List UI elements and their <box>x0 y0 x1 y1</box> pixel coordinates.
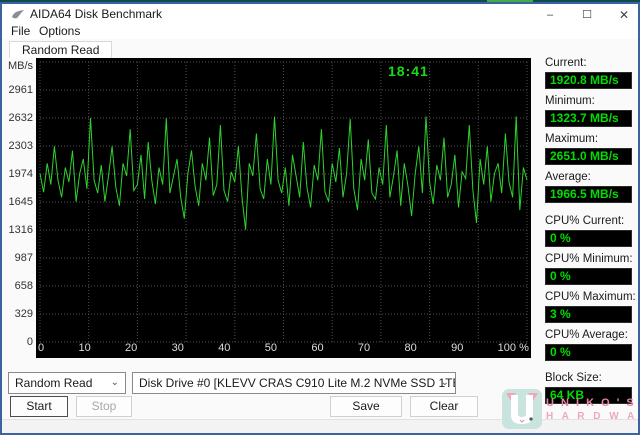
stat-label: CPU% Average: <box>545 329 628 341</box>
y-axis-tick-label: 1645 <box>8 196 33 208</box>
test-type-select[interactable]: Random Read ⌄ <box>8 372 126 394</box>
tab-strip: Random Read <box>2 39 638 58</box>
x-axis-tick-label: 50 <box>264 342 278 354</box>
y-axis-tick-label: 329 <box>14 308 33 320</box>
tab-random-read[interactable]: Random Read <box>9 41 113 58</box>
x-axis-tick-label: 40 <box>218 342 231 354</box>
y-axis-tick-label: 2961 <box>8 84 33 96</box>
stat-label: CPU% Maximum: <box>545 291 636 303</box>
menu-options[interactable]: Options <box>35 23 84 39</box>
stat-label: CPU% Minimum: <box>545 253 633 265</box>
y-axis-unit-label: MB/s <box>7 60 33 72</box>
drive-select[interactable]: Disk Drive #0 [KLEVV CRAS C910 Lite M.2 … <box>132 372 456 394</box>
clear-button[interactable]: Clear <box>410 396 478 417</box>
x-axis: 0 10 20 30 40 50 60 70 80 90 100 % <box>38 342 529 357</box>
stat-value: 1920.8 MB/s <box>545 72 632 89</box>
menu-bar: File Options <box>2 23 638 39</box>
benchmark-chart: 18:41 0 10 20 30 40 50 60 70 80 90 100 % <box>36 58 531 358</box>
y-axis-tick-label: 658 <box>14 280 33 292</box>
maximize-button[interactable]: ☐ <box>572 6 602 24</box>
stat-cpu-maximum: CPU% Maximum: 3 % <box>545 291 636 323</box>
y-axis-tick-label: 987 <box>14 252 33 264</box>
screen: AIDA64 Disk Benchmark – ☐ ✕ File Options… <box>0 0 640 435</box>
stat-label: Block Size: <box>545 372 602 384</box>
stat-cpu-average: CPU% Average: 0 % <box>545 329 632 361</box>
title-bar[interactable]: AIDA64 Disk Benchmark – ☐ ✕ <box>2 3 638 23</box>
stat-value: 1323.7 MB/s <box>545 110 632 127</box>
stat-value: 0 % <box>545 344 632 361</box>
x-axis-tick-label: 20 <box>125 342 138 354</box>
y-axis-tick-label: 0 <box>26 336 33 348</box>
stat-label: Maximum: <box>545 133 599 145</box>
y-axis-tick-label: 2632 <box>8 112 33 124</box>
stat-label: Current: <box>545 57 587 69</box>
stat-maximum: Maximum: 2651.0 MB/s <box>545 133 632 165</box>
x-axis-tick-label: 0 <box>38 342 45 354</box>
x-axis-tick-label: 60 <box>311 342 324 354</box>
stat-average: Average: 1966.5 MB/s <box>545 171 632 203</box>
app-icon <box>11 8 25 20</box>
stat-value: 64 KB <box>545 387 632 404</box>
x-axis-tick-label: 90 <box>451 342 464 354</box>
y-axis-tick-label: 1316 <box>8 224 33 236</box>
stat-cpu-current: CPU% Current: 0 % <box>545 215 632 247</box>
x-axis-tick-label: 70 <box>357 342 371 354</box>
chart-canvas <box>39 61 528 343</box>
stat-value: 2651.0 MB/s <box>545 148 632 165</box>
stat-block-size: Block Size: 64 KB <box>545 372 632 404</box>
status-bar <box>2 419 638 433</box>
stat-current: Current: 1920.8 MB/s <box>545 57 632 89</box>
stat-value: 0 % <box>545 268 632 285</box>
x-axis-tick-label: 100 % <box>497 342 529 354</box>
stat-value: 1966.5 MB/s <box>545 186 632 203</box>
y-axis: MB/s 2961 2632 2303 1974 1645 1316 987 658 329 0 <box>0 58 34 358</box>
stat-minimum: Minimum: 1323.7 MB/s <box>545 95 632 127</box>
menu-file[interactable]: File <box>7 23 34 39</box>
stat-value: 0 % <box>545 230 632 247</box>
stat-label: Minimum: <box>545 95 595 107</box>
stat-label: CPU% Current: <box>545 215 625 227</box>
close-button[interactable]: ✕ <box>609 6 639 24</box>
test-type-value: Random Read <box>15 376 93 390</box>
start-button[interactable]: Start <box>10 396 68 417</box>
x-axis-tick-label: 10 <box>78 342 91 354</box>
stat-label: Average: <box>545 171 591 183</box>
x-axis-tick-label: 80 <box>404 342 417 354</box>
drive-select-value: Disk Drive #0 [KLEVV CRAS C910 Lite M.2 … <box>139 376 455 390</box>
window-title: AIDA64 Disk Benchmark <box>30 7 163 21</box>
elapsed-time-label: 18:41 <box>388 63 429 79</box>
chevron-down-icon: ⌄ <box>110 377 119 388</box>
x-axis-tick-label: 30 <box>171 342 184 354</box>
y-axis-tick-label: 2303 <box>8 140 33 152</box>
chevron-down-icon: ⌄ <box>440 377 449 388</box>
stat-value: 3 % <box>545 306 632 323</box>
minimize-button[interactable]: – <box>535 6 565 24</box>
y-axis-tick-label: 1974 <box>8 168 33 180</box>
stop-button[interactable]: Stop <box>76 396 132 417</box>
save-button[interactable]: Save <box>330 396 402 417</box>
stat-cpu-minimum: CPU% Minimum: 0 % <box>545 253 633 285</box>
